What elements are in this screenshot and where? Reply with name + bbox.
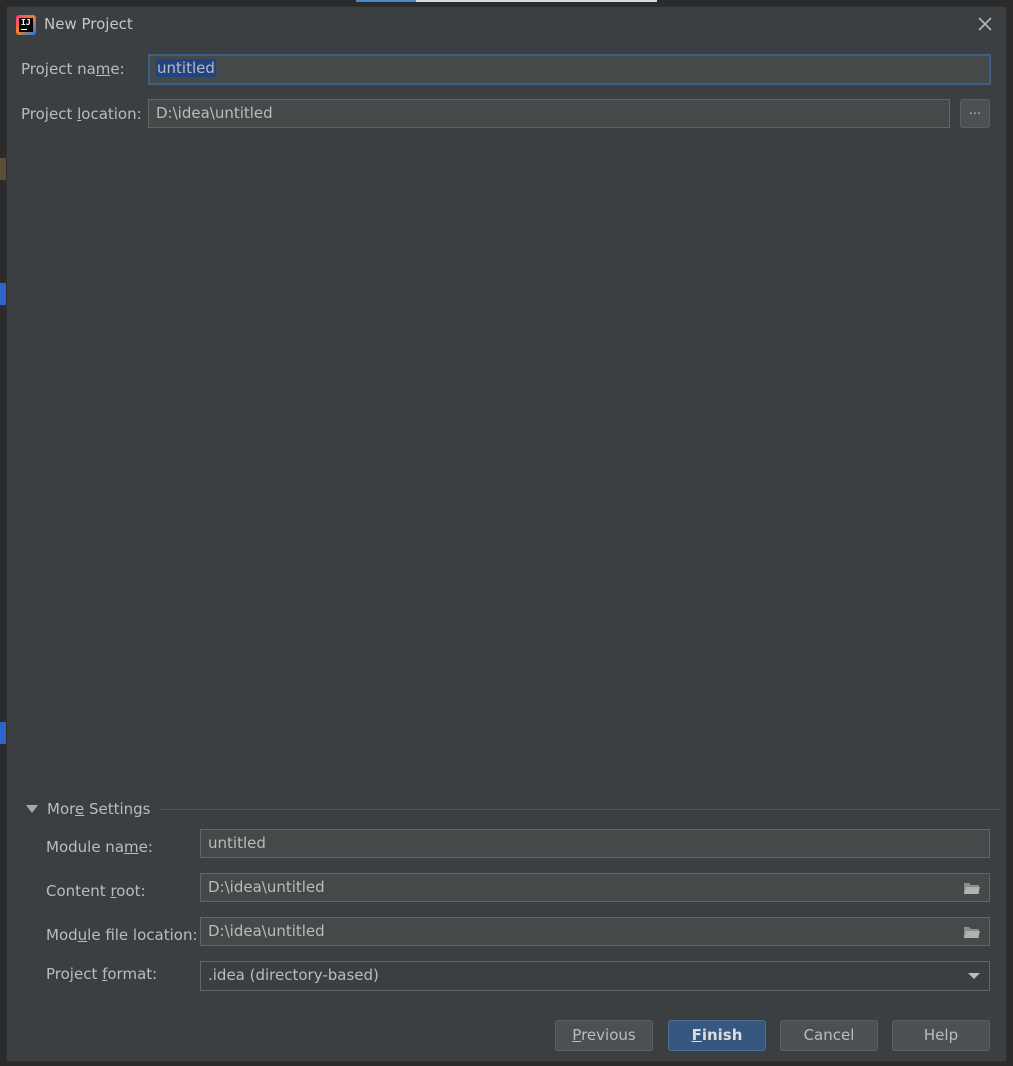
dialog-title: New Project bbox=[44, 15, 133, 33]
project-location-input[interactable]: D:\idea\untitled bbox=[148, 99, 950, 128]
folder-icon[interactable] bbox=[963, 925, 981, 939]
browse-location-button[interactable]: ... bbox=[960, 99, 990, 128]
project-format-select[interactable]: .idea (directory-based) bbox=[200, 961, 990, 991]
module-file-location-value: D:\idea\untitled bbox=[208, 922, 325, 940]
project-location-label: Project location: bbox=[21, 105, 142, 123]
new-project-dialog: IJ New Project Project name: untitled Pr… bbox=[6, 6, 1007, 1062]
close-icon[interactable] bbox=[977, 16, 993, 32]
content-root-value: D:\idea\untitled bbox=[208, 878, 325, 896]
project-format-label: Project format: bbox=[46, 965, 158, 983]
project-name-input[interactable]: untitled bbox=[148, 54, 991, 85]
module-file-location-label: Module file location: bbox=[46, 926, 198, 944]
more-settings-label: More Settings bbox=[47, 800, 151, 818]
project-name-label: Project name: bbox=[21, 60, 125, 78]
content-root-input[interactable]: D:\idea\untitled bbox=[200, 873, 990, 902]
project-format-value: .idea (directory-based) bbox=[208, 966, 379, 984]
module-name-value: untitled bbox=[208, 834, 266, 852]
folder-icon[interactable] bbox=[963, 881, 981, 895]
previous-button[interactable]: Previous bbox=[555, 1020, 653, 1051]
background-tab-highlight bbox=[356, 0, 416, 2]
project-location-value: D:\idea\untitled bbox=[156, 104, 273, 122]
module-name-label: Module name: bbox=[46, 838, 153, 856]
help-button[interactable]: Help bbox=[892, 1020, 990, 1051]
triangle-down-icon bbox=[26, 805, 38, 813]
finish-button[interactable]: Finish bbox=[668, 1020, 766, 1051]
more-settings-toggle[interactable]: More Settings bbox=[26, 800, 1000, 819]
content-root-label: Content root: bbox=[46, 882, 146, 900]
background-tab-highlight-light bbox=[416, 0, 657, 2]
intellij-idea-icon: IJ bbox=[16, 15, 36, 35]
project-name-value: untitled bbox=[156, 59, 216, 77]
cancel-button[interactable]: Cancel bbox=[780, 1020, 878, 1051]
module-file-location-input[interactable]: D:\idea\untitled bbox=[200, 917, 990, 946]
section-divider bbox=[160, 809, 1000, 810]
dialog-titlebar: IJ New Project bbox=[7, 7, 1006, 41]
chevron-down-icon bbox=[968, 973, 980, 979]
module-name-input[interactable]: untitled bbox=[200, 829, 990, 858]
